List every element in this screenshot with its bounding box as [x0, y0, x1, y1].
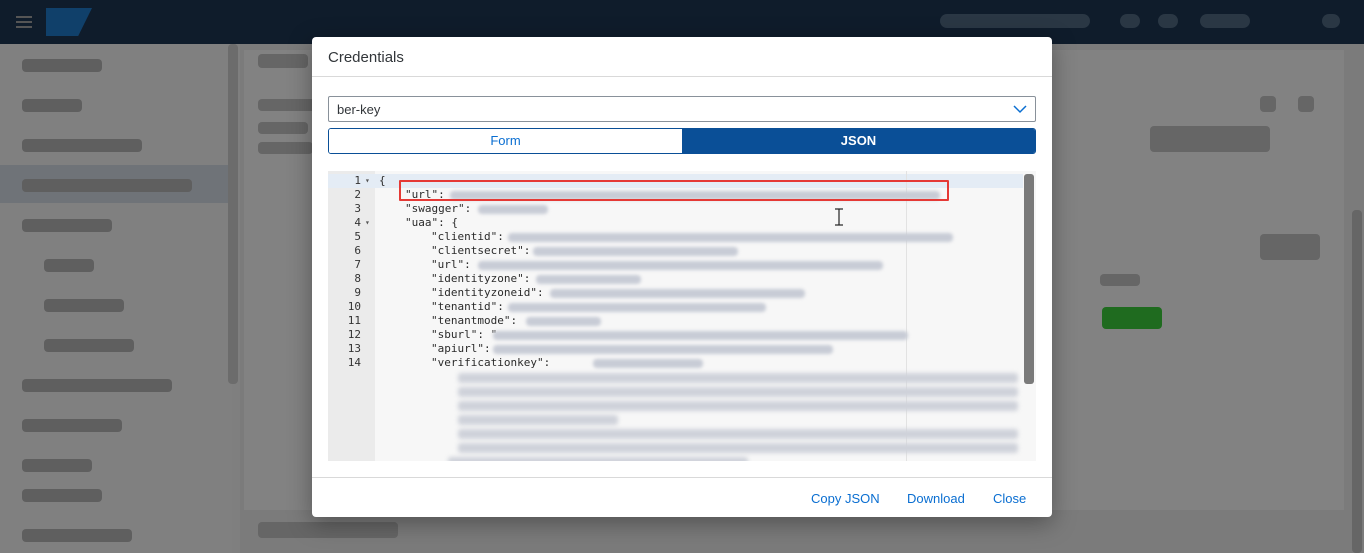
tab-json[interactable]: JSON — [682, 129, 1035, 153]
fold-arrow-icon[interactable]: ▾ — [365, 174, 370, 188]
sidebar-scrollbar — [228, 44, 238, 384]
user-menu-blurred — [1200, 14, 1250, 28]
code-line: 14 "verificationkey": — [328, 356, 1028, 370]
dialog-header: Credentials — [312, 37, 1052, 77]
notification-icon — [1120, 14, 1140, 28]
redacted-value — [448, 457, 748, 461]
dialog-footer: Copy JSON Download Close — [312, 477, 1052, 517]
redacted-value — [458, 429, 1018, 439]
code-text: "verificationkey": — [431, 356, 551, 369]
line-number: 4 — [354, 216, 361, 229]
code-text: "identityzoneid": — [431, 286, 544, 299]
status-badge — [1102, 307, 1162, 329]
credentials-dialog: Credentials ber-key Form JSON 1 ▾ { 2 "u… — [312, 37, 1052, 517]
menu-icon — [16, 13, 32, 29]
user-icon — [1158, 14, 1178, 28]
code-text: "uaa": { — [405, 216, 458, 229]
line-number: 7 — [354, 258, 361, 271]
dialog-title: Credentials — [328, 49, 404, 66]
redacted-value — [478, 205, 548, 214]
settings-icon — [1322, 14, 1340, 28]
line-number: 1 — [354, 174, 361, 187]
json-code-editor[interactable]: 1 ▾ { 2 "url": 3 "swagger": 4 ▾ "uaa": {… — [328, 171, 1036, 461]
tab-form[interactable]: Form — [329, 129, 682, 153]
line-number: 10 — [347, 300, 361, 313]
service-key-select[interactable]: ber-key — [328, 96, 1036, 122]
redacted-value — [526, 317, 601, 326]
redacted-value — [458, 443, 1018, 453]
code-line: 10 "tenantid": — [328, 300, 1028, 314]
page-scrollbar — [1352, 210, 1362, 553]
redacted-value — [536, 275, 641, 284]
redacted-value — [550, 289, 805, 298]
text-cursor-icon — [835, 208, 843, 226]
code-line: 7 "url": — [328, 258, 1028, 272]
sidebar — [0, 44, 232, 553]
code-text: "swagger": — [405, 202, 472, 215]
code-line: 5 "clientid": — [328, 230, 1028, 244]
redacted-value — [593, 359, 703, 368]
url-highlight-annotation — [399, 180, 949, 201]
redacted-value — [533, 247, 738, 256]
service-key-select-value: ber-key — [337, 102, 381, 117]
line-number: 3 — [354, 202, 361, 215]
logo — [46, 8, 92, 36]
fold-arrow-icon[interactable]: ▾ — [365, 216, 370, 230]
redacted-value — [458, 373, 1018, 383]
line-number: 9 — [354, 286, 361, 299]
redacted-value — [508, 303, 766, 312]
code-text: "identityzone": — [431, 272, 531, 285]
code-line: 13 "apiurl": — [328, 342, 1028, 356]
code-text: "clientsecret": — [431, 244, 531, 257]
code-line: 6 "clientsecret": — [328, 244, 1028, 258]
line-number: 13 — [347, 342, 361, 355]
line-number: 11 — [347, 314, 361, 327]
line-number: 5 — [354, 230, 361, 243]
code-line: 4 ▾ "uaa": { — [328, 216, 1028, 230]
code-line: 9 "identityzoneid": — [328, 286, 1028, 300]
shell-search-blurred — [940, 14, 1090, 28]
editor-scrollbar[interactable] — [1024, 174, 1034, 384]
line-number: 6 — [354, 244, 361, 257]
redacted-value — [493, 331, 908, 340]
code-text: "clientid": — [431, 230, 504, 243]
code-line: 3 "swagger": — [328, 202, 1028, 216]
code-text: "tenantid": — [431, 300, 504, 313]
redacted-value — [493, 345, 833, 354]
line-number: 2 — [354, 188, 361, 201]
line-number: 14 — [347, 356, 361, 369]
code-line: 12 "sburl": " — [328, 328, 1028, 342]
code-line: 11 "tenantmode": — [328, 314, 1028, 328]
redacted-value — [508, 233, 953, 242]
code-text: { — [379, 174, 386, 187]
code-text: "sburl": " — [431, 328, 498, 341]
copy-json-button[interactable]: Copy JSON — [811, 491, 880, 506]
code-text: "url": — [431, 258, 471, 271]
chevron-down-icon — [1013, 105, 1027, 114]
line-number: 8 — [354, 272, 361, 285]
view-mode-toggle: Form JSON — [328, 128, 1036, 154]
code-text: "apiurl": — [431, 342, 491, 355]
close-button[interactable]: Close — [993, 491, 1026, 506]
redacted-value — [458, 387, 1018, 397]
redacted-value — [478, 261, 883, 270]
code-text: "tenantmode": — [431, 314, 518, 327]
line-number: 12 — [347, 328, 361, 341]
redacted-value — [458, 415, 618, 425]
download-button[interactable]: Download — [907, 491, 965, 506]
code-line: 8 "identityzone": — [328, 272, 1028, 286]
redacted-value — [458, 401, 1018, 411]
